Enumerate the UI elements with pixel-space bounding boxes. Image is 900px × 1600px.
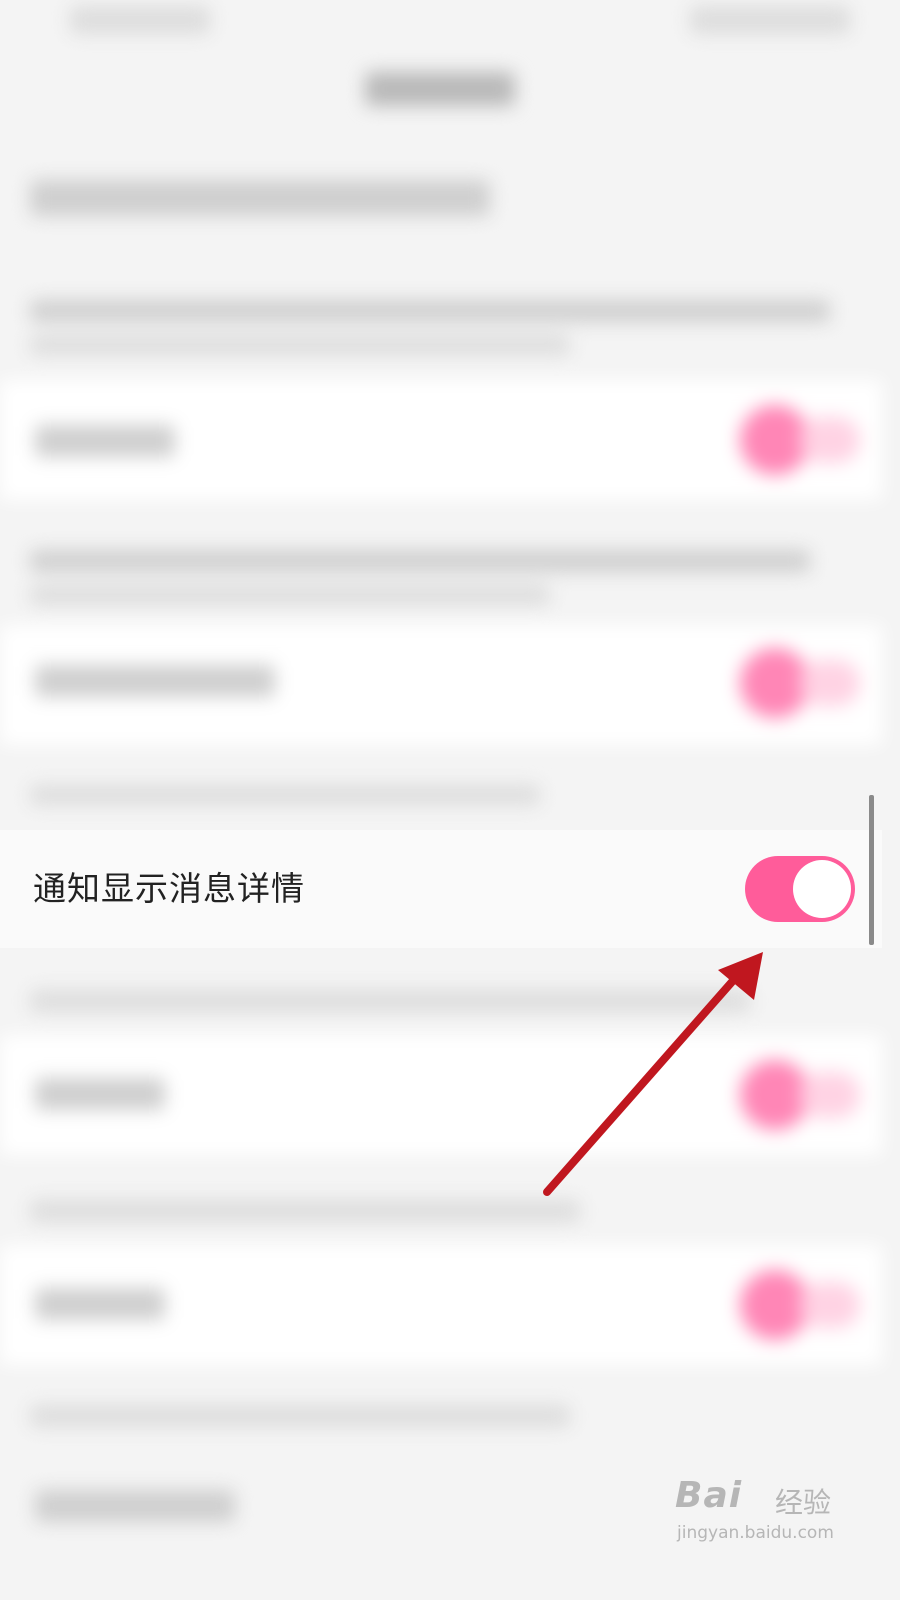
watermark-suffix: 经验 — [775, 1486, 832, 1519]
blurred-background — [0, 0, 882, 1568]
toggle-knob — [793, 860, 851, 918]
desc-line — [30, 1405, 570, 1427]
status-bar-right — [690, 6, 850, 34]
toggle-blurred-track — [800, 1072, 860, 1118]
desc-line — [30, 785, 540, 805]
status-bar-left — [70, 6, 210, 34]
watermark-url: jingyan.baidu.com — [677, 1523, 834, 1543]
desc-line — [30, 550, 810, 572]
row-label — [35, 1490, 235, 1522]
notification-details-toggle[interactable] — [745, 856, 855, 922]
desc-line — [30, 1200, 580, 1222]
row-label — [35, 665, 275, 697]
baidu-jingyan-watermark: Bai 经验 jingyan.baidu.com — [675, 1475, 875, 1555]
row-label — [35, 425, 175, 457]
scrollbar[interactable] — [869, 795, 874, 945]
desc-line — [30, 300, 830, 322]
desc-line — [30, 335, 570, 355]
section-header — [30, 180, 490, 216]
row-label — [35, 1288, 165, 1320]
toggle-blurred-track — [800, 660, 860, 706]
row-label — [35, 1078, 165, 1110]
toggle-blurred-track — [800, 417, 860, 463]
watermark-brand: Bai — [675, 1475, 743, 1516]
desc-line — [30, 990, 750, 1012]
toggle-blurred-track — [800, 1282, 860, 1328]
nav-title — [365, 72, 515, 106]
desc-line — [30, 585, 550, 605]
setting-label: 通知显示消息详情 — [33, 869, 305, 908]
